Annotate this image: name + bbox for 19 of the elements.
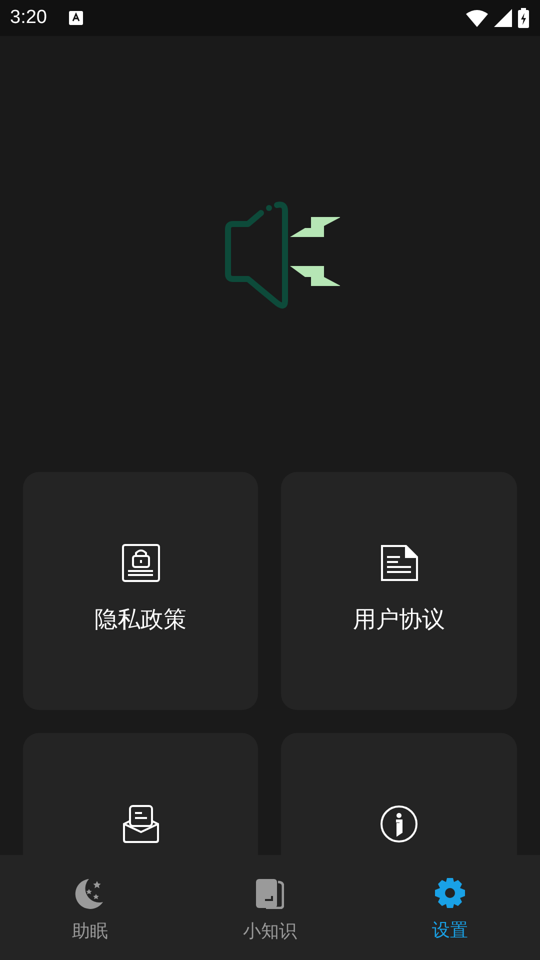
settings-icon xyxy=(435,878,465,908)
moon-icon xyxy=(75,876,105,908)
nav-tab[interactable]: 设置 xyxy=(390,874,510,942)
menu-card[interactable]: 用户协议 xyxy=(281,472,517,710)
nav-tab[interactable]: 小知识 xyxy=(210,872,330,942)
keyboard-icon xyxy=(68,11,83,25)
card-label: 用户协议 xyxy=(353,606,445,635)
status-time: 3:20 xyxy=(10,7,47,29)
nav-tab[interactable]: 助眠 xyxy=(30,872,150,942)
card-label: 隐私政策 xyxy=(94,606,186,635)
info-icon xyxy=(380,805,418,843)
lock-document-icon xyxy=(122,544,160,582)
battery-icon xyxy=(518,8,529,28)
signal-icon xyxy=(494,9,512,27)
document-icon xyxy=(380,544,418,582)
wifi-icon xyxy=(466,9,488,27)
mail-icon xyxy=(122,805,160,843)
book-icon xyxy=(256,876,284,908)
menu-card[interactable]: 隐私政策 xyxy=(23,472,258,710)
